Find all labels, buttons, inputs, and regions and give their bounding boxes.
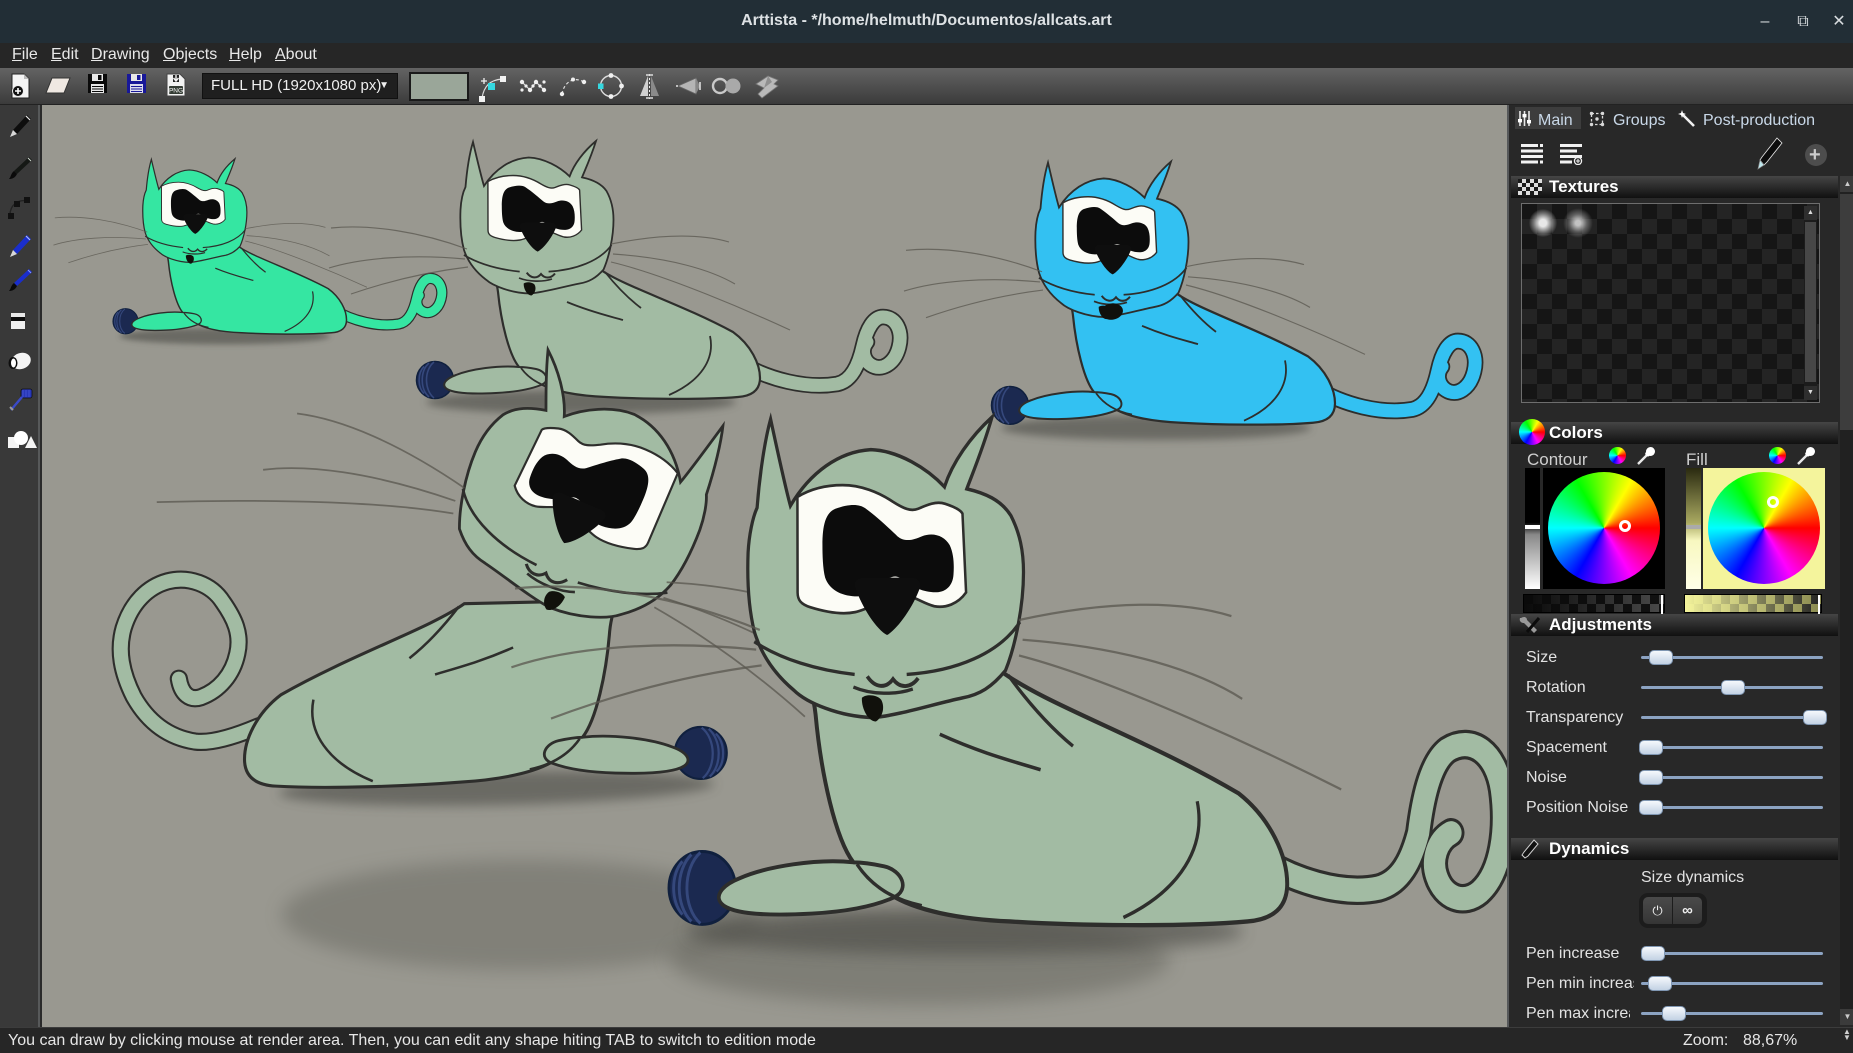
svg-text:PNG: PNG	[169, 88, 183, 95]
